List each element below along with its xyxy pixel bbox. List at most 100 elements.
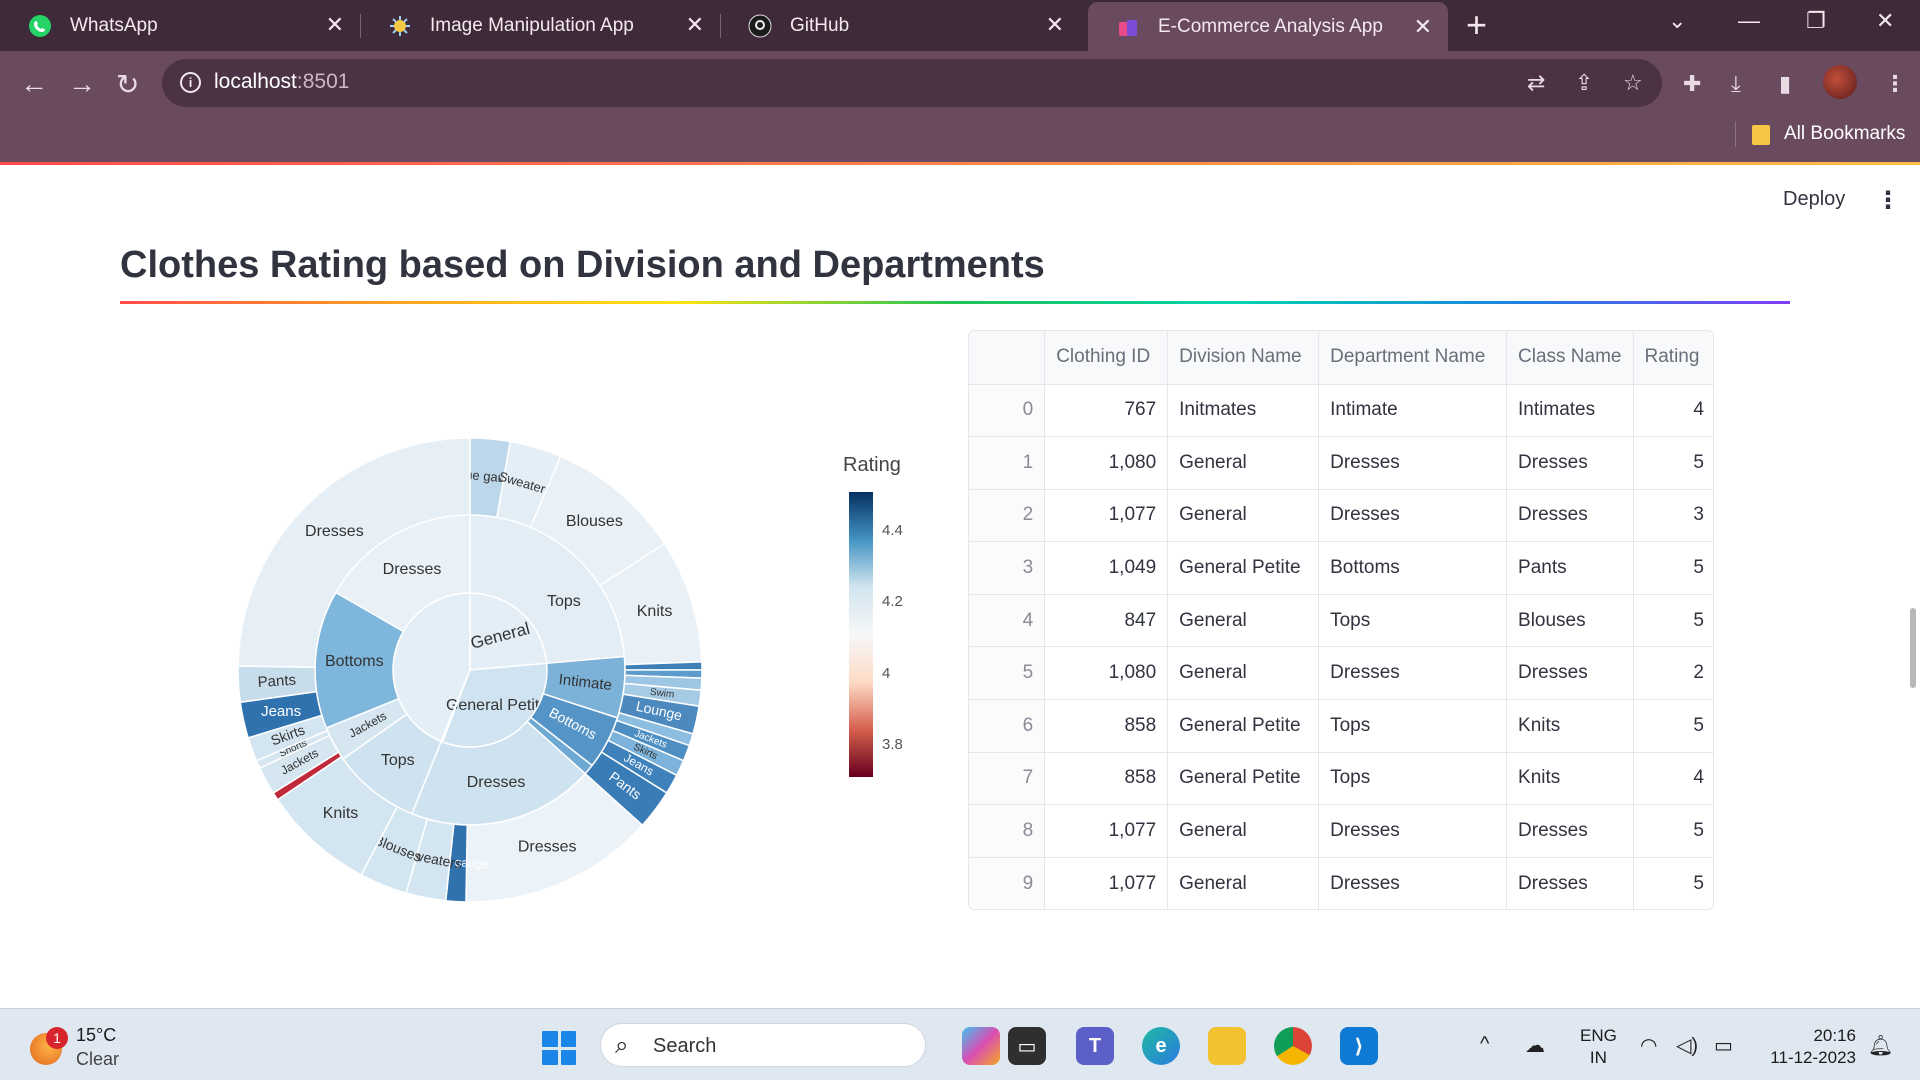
table-cell[interactable]: 6 bbox=[969, 699, 1046, 753]
table-cell[interactable]: 4 bbox=[1633, 752, 1713, 806]
table-cell[interactable]: 1,077 bbox=[1044, 857, 1169, 909]
windows-start-icon[interactable] bbox=[542, 1031, 576, 1065]
table-cell[interactable]: 5 bbox=[1633, 541, 1713, 595]
table-cell[interactable]: 5 bbox=[1633, 594, 1713, 648]
table-cell[interactable]: Dresses bbox=[1506, 489, 1634, 543]
close-icon[interactable]: ✕ bbox=[1046, 13, 1064, 37]
main-menu-icon[interactable]: ⋮ bbox=[1876, 186, 1900, 215]
table-row[interactable]: 5 1,080 General Dresses Dresses 2 bbox=[969, 646, 1713, 701]
edge-icon[interactable]: e bbox=[1142, 1027, 1180, 1065]
vscode-icon[interactable]: ⟩ bbox=[1340, 1027, 1378, 1065]
table-cell[interactable]: 5 bbox=[1633, 857, 1713, 909]
table-row[interactable]: 0 767 Initmates Intimate Intimates 4 bbox=[969, 384, 1713, 438]
table-cell[interactable]: 5 bbox=[1633, 436, 1713, 490]
address-bar[interactable]: i localhost:8501 ⇄ ⇪ ☆ bbox=[162, 59, 1662, 107]
table-cell[interactable]: 2 bbox=[1633, 646, 1713, 701]
language-indicator[interactable]: ENG IN bbox=[1580, 1025, 1617, 1069]
copilot-icon[interactable] bbox=[962, 1027, 1000, 1065]
table-cell[interactable]: 5 bbox=[969, 646, 1046, 701]
table-cell[interactable]: General bbox=[1167, 857, 1320, 909]
table-cell[interactable]: 858 bbox=[1044, 752, 1169, 806]
table-cell[interactable]: General Petite bbox=[1167, 541, 1320, 595]
table-cell[interactable]: General bbox=[1167, 436, 1320, 490]
column-header-division-name[interactable]: Division Name bbox=[1167, 331, 1320, 385]
column-header-index[interactable] bbox=[969, 331, 1046, 385]
table-row[interactable]: 9 1,077 General Dresses Dresses 5 bbox=[969, 857, 1713, 909]
new-tab-button[interactable]: + bbox=[1466, 6, 1487, 44]
table-cell[interactable]: 3 bbox=[969, 541, 1046, 595]
translate-icon[interactable]: ⇄ bbox=[1527, 70, 1545, 96]
table-cell[interactable]: General bbox=[1167, 804, 1320, 858]
table-cell[interactable]: 1,080 bbox=[1044, 436, 1169, 490]
site-info-icon[interactable]: i bbox=[180, 72, 201, 93]
table-cell[interactable]: Dresses bbox=[1506, 857, 1634, 909]
table-cell[interactable]: 1,077 bbox=[1044, 489, 1169, 543]
table-cell[interactable]: 9 bbox=[969, 857, 1046, 909]
share-icon[interactable]: ⇪ bbox=[1575, 70, 1593, 96]
bookmark-star-icon[interactable]: ☆ bbox=[1623, 70, 1643, 96]
table-cell[interactable]: 858 bbox=[1044, 699, 1169, 753]
deploy-button[interactable]: Deploy bbox=[1783, 188, 1845, 211]
volume-icon[interactable]: ◁) bbox=[1676, 1033, 1698, 1058]
close-icon[interactable]: ✕ bbox=[1414, 15, 1432, 39]
reload-icon[interactable]: ↻ bbox=[116, 68, 139, 101]
column-header-department-name[interactable]: Department Name bbox=[1318, 331, 1508, 385]
tab-whatsapp[interactable]: WhatsApp ✕ bbox=[0, 0, 360, 51]
table-cell[interactable]: Tops bbox=[1318, 594, 1508, 648]
table-cell[interactable]: Tops bbox=[1318, 699, 1508, 753]
battery-icon[interactable]: ▭ bbox=[1714, 1033, 1733, 1058]
table-cell[interactable]: 1,049 bbox=[1044, 541, 1169, 595]
weather-condition[interactable]: Clear bbox=[76, 1049, 119, 1070]
forward-arrow-icon[interactable]: → bbox=[68, 68, 96, 100]
table-cell[interactable]: Dresses bbox=[1318, 436, 1508, 490]
wifi-icon[interactable]: ◠ bbox=[1640, 1033, 1657, 1058]
back-arrow-icon[interactable]: ← bbox=[20, 68, 48, 100]
download-icon[interactable]: ⤓ bbox=[1731, 71, 1741, 97]
profile-avatar[interactable] bbox=[1823, 65, 1857, 99]
table-cell[interactable]: 7 bbox=[969, 752, 1046, 806]
side-panel-icon[interactable]: ▮ bbox=[1779, 71, 1791, 97]
extensions-icon[interactable]: ✚ bbox=[1683, 71, 1701, 97]
table-row[interactable]: 6 858 General Petite Tops Knits 5 bbox=[969, 699, 1713, 753]
column-header-rating[interactable]: Rating bbox=[1633, 331, 1713, 385]
tab-github[interactable]: GitHub ✕ bbox=[720, 0, 1080, 51]
restore-icon[interactable]: ❐ bbox=[1806, 8, 1826, 34]
teams-icon[interactable]: T bbox=[1076, 1027, 1114, 1065]
table-cell[interactable]: 4 bbox=[1633, 384, 1713, 438]
all-bookmarks-button[interactable]: All Bookmarks bbox=[1784, 123, 1905, 145]
table-cell[interactable]: 847 bbox=[1044, 594, 1169, 648]
table-cell[interactable]: 5 bbox=[1633, 699, 1713, 753]
table-cell[interactable]: Dresses bbox=[1318, 804, 1508, 858]
chrome-icon[interactable] bbox=[1274, 1027, 1312, 1065]
table-cell[interactable]: 1 bbox=[969, 436, 1046, 490]
table-cell[interactable]: Knits bbox=[1506, 699, 1634, 753]
file-explorer-window-icon[interactable]: ▭ bbox=[1008, 1027, 1046, 1065]
taskbar-search[interactable]: ⌕ Search bbox=[600, 1023, 926, 1067]
table-cell[interactable]: Pants bbox=[1506, 541, 1634, 595]
table-cell[interactable]: Dresses bbox=[1506, 804, 1634, 858]
table-row[interactable]: 2 1,077 General Dresses Dresses 3 bbox=[969, 489, 1713, 543]
table-cell[interactable]: 2 bbox=[969, 489, 1046, 543]
column-header-clothing-id[interactable]: Clothing ID bbox=[1044, 331, 1169, 385]
table-row[interactable]: 3 1,049 General Petite Bottoms Pants 5 bbox=[969, 541, 1713, 595]
dataframe[interactable]: Clothing ID Division Name Department Nam… bbox=[968, 330, 1714, 910]
table-cell[interactable]: General bbox=[1167, 594, 1320, 648]
table-cell[interactable]: General Petite bbox=[1167, 752, 1320, 806]
table-cell[interactable]: 767 bbox=[1044, 384, 1169, 438]
tab-image-manipulation[interactable]: Image Manipulation App ✕ bbox=[360, 0, 720, 51]
table-cell[interactable]: Dresses bbox=[1318, 489, 1508, 543]
table-cell[interactable]: Bottoms bbox=[1318, 541, 1508, 595]
minimize-icon[interactable]: — bbox=[1738, 8, 1760, 34]
table-row[interactable]: 7 858 General Petite Tops Knits 4 bbox=[969, 752, 1713, 806]
table-cell[interactable]: 4 bbox=[969, 594, 1046, 648]
chrome-menu-icon[interactable]: ⋮ bbox=[1884, 71, 1906, 97]
table-cell[interactable]: Initmates bbox=[1167, 384, 1320, 438]
table-cell[interactable]: General bbox=[1167, 646, 1320, 701]
close-icon[interactable]: ✕ bbox=[686, 13, 704, 37]
table-row[interactable]: 1 1,080 General Dresses Dresses 5 bbox=[969, 436, 1713, 490]
table-cell[interactable]: Intimates bbox=[1506, 384, 1634, 438]
table-cell[interactable]: 3 bbox=[1633, 489, 1713, 543]
table-cell[interactable]: 1,080 bbox=[1044, 646, 1169, 701]
close-window-icon[interactable]: ✕ bbox=[1876, 8, 1894, 34]
table-cell[interactable]: 5 bbox=[1633, 804, 1713, 858]
